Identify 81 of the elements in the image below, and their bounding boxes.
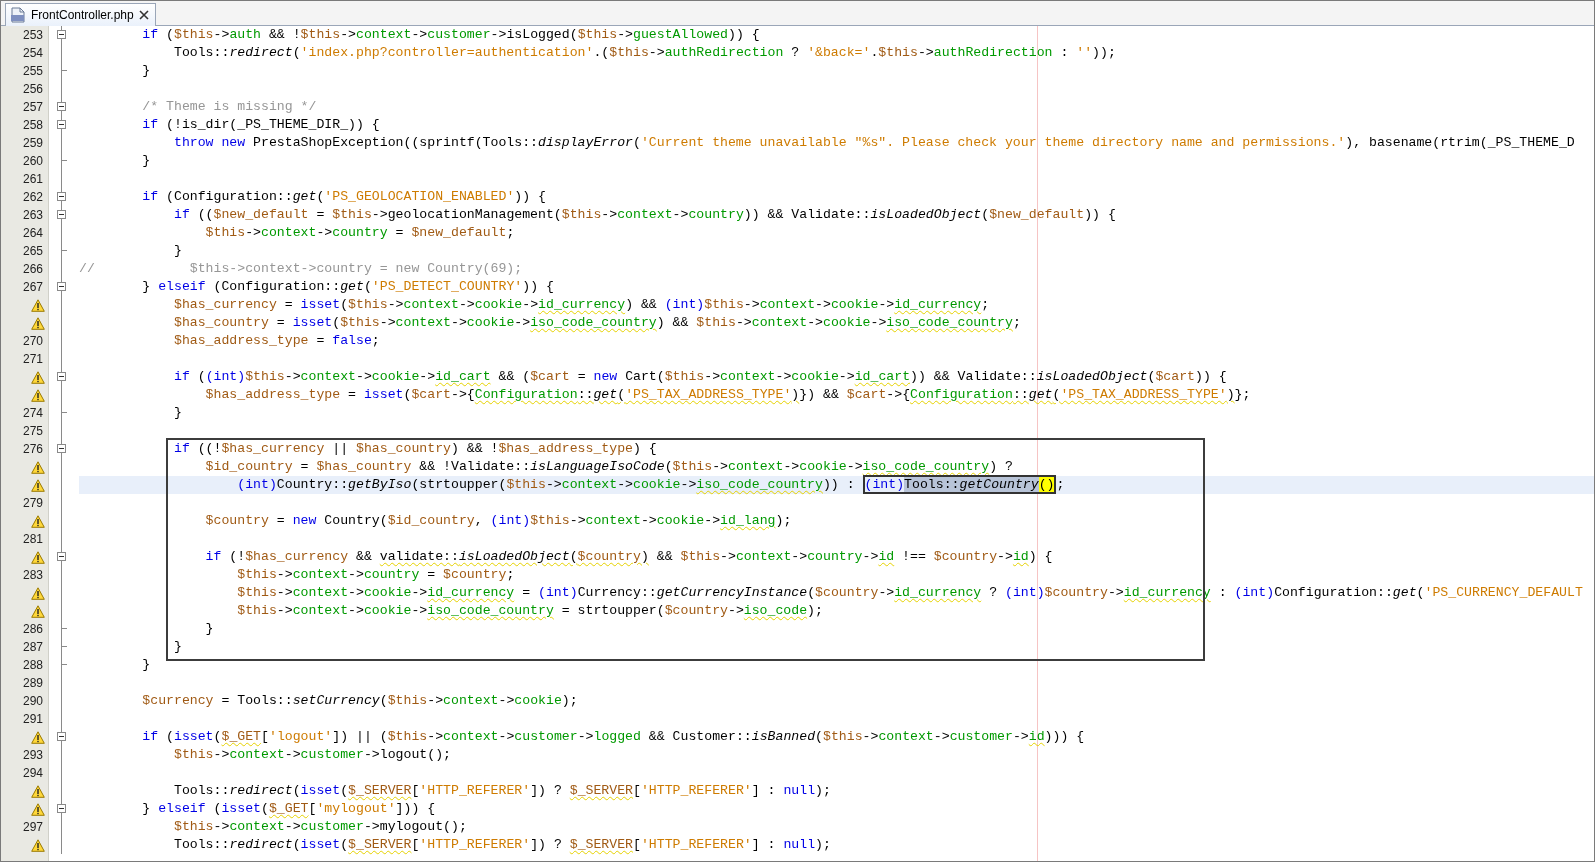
line-number: 287 bbox=[22, 639, 44, 656]
code-line: $this->context->customer->logout(); bbox=[172, 747, 451, 762]
code-line: throw new PrestaShopException((sprintf(Tools::displayError('Current theme unavailable "%s". Please check your theme directory name and permissions.'), basename(rtrim(_PS_THEME_D bbox=[172, 135, 1575, 150]
fold-toggle-icon[interactable] bbox=[57, 552, 66, 561]
code-line: Tools::redirect(isset($_SERVER['HTTP_REFERER']) ? $_SERVER['HTTP_REFERER'] : null); bbox=[172, 783, 831, 798]
code-line: $this->context->country = $country; bbox=[236, 567, 515, 582]
code-line: $has_address_type = false; bbox=[172, 333, 380, 348]
code-line: $currency = Tools::setCurrency($this->context->cookie); bbox=[141, 693, 578, 708]
fold-toggle-icon[interactable] bbox=[57, 210, 66, 219]
line-number: 297 bbox=[22, 819, 44, 836]
code-line: if (Configuration::get('PS_GEOLOCATION_ENABLED')) { bbox=[141, 189, 546, 204]
line-number: 254 bbox=[22, 45, 44, 62]
line-number: 283 bbox=[22, 567, 44, 584]
code-line: } bbox=[172, 243, 182, 258]
line-number: 279 bbox=[22, 495, 44, 512]
code-line: $has_country = isset($this->context->cookie->iso_code_country) && $this->context->cookie->iso_code_country; bbox=[172, 315, 1021, 330]
php-file-icon bbox=[10, 7, 26, 23]
code-line: $this->context->cookie->iso_code_country = strtoupper($country->iso_code); bbox=[236, 603, 823, 618]
code-line: if ((!$has_currency || $has_country) && !$has_address_type) { bbox=[172, 441, 657, 456]
code-line: $has_currency = isset($this->context->cookie->id_currency) && (int)$this->context->cookie->id_currency; bbox=[172, 297, 990, 312]
code-line: } bbox=[141, 657, 151, 672]
line-number: 275 bbox=[22, 423, 44, 440]
line-number: 271 bbox=[22, 351, 44, 368]
line-number: 255 bbox=[22, 63, 44, 80]
line-number: 264 bbox=[22, 225, 44, 242]
code-line: Tools::redirect(isset($_SERVER['HTTP_REFERER']) ? $_SERVER['HTTP_REFERER'] : null); bbox=[172, 837, 831, 852]
code-line: } bbox=[141, 63, 151, 78]
line-number: 259 bbox=[22, 135, 44, 152]
code-comment: /* Theme is missing */ bbox=[141, 99, 317, 114]
code-line: } bbox=[204, 621, 214, 636]
line-number: 263 bbox=[22, 207, 44, 224]
code-line: } elseif (Configuration::get('PS_DETECT_COUNTRY')) { bbox=[141, 279, 554, 294]
line-number: 261 bbox=[22, 171, 44, 188]
code-line: $country = new Country($id_country, (int)$this->context->cookie->id_lang); bbox=[204, 513, 792, 528]
line-number: 286 bbox=[22, 621, 44, 638]
code-line: if (isset($_GET['logout']) || ($this->context->customer->logged && Customer::isBanned($this->context->customer->id))) { bbox=[141, 729, 1085, 744]
line-number: 257 bbox=[22, 99, 44, 116]
line-number: 270 bbox=[22, 333, 44, 350]
line-number: 289 bbox=[22, 675, 44, 692]
fold-toggle-icon[interactable] bbox=[57, 444, 66, 453]
fold-toggle-icon[interactable] bbox=[57, 282, 66, 291]
line-number: 260 bbox=[22, 153, 44, 170]
fold-toggle-icon[interactable] bbox=[57, 804, 66, 813]
line-number: 281 bbox=[22, 531, 44, 548]
fold-toggle-icon[interactable] bbox=[57, 120, 66, 129]
code-line: if (!is_dir(_PS_THEME_DIR_)) { bbox=[141, 117, 380, 132]
line-number: 262 bbox=[22, 189, 44, 206]
code-comment: // $this->context->country = new Country(69); bbox=[79, 261, 523, 276]
line-number: 274 bbox=[22, 405, 44, 422]
line-number: 253 bbox=[22, 27, 44, 44]
line-number: 291 bbox=[22, 711, 44, 728]
fold-toggle-icon[interactable] bbox=[57, 372, 66, 381]
line-number: 265 bbox=[22, 243, 44, 260]
line-number: 294 bbox=[22, 765, 44, 782]
line-number: 258 bbox=[22, 117, 44, 134]
code-line: $has_address_type = isset($cart->{Configuration::get('PS_TAX_ADDRESS_TYPE')}) && $cart->{Configuration::get('PS_TAX_ADDRESS_TYPE')}; bbox=[204, 387, 1251, 402]
code-line: } bbox=[172, 405, 182, 420]
line-number: 288 bbox=[22, 657, 44, 674]
fold-toggle-icon[interactable] bbox=[57, 732, 66, 741]
line-number: 267 bbox=[22, 279, 44, 296]
code-line: } elseif (isset($_GET['mylogout'])) { bbox=[141, 801, 436, 816]
code-line: $this->context->customer->mylogout(); bbox=[172, 819, 467, 834]
line-number: 266 bbox=[22, 261, 44, 278]
close-icon[interactable] bbox=[138, 10, 149, 20]
line-number: 276 bbox=[22, 441, 44, 458]
code-line: $this->context->country = $new_default; bbox=[204, 225, 515, 240]
fold-toggle-icon[interactable] bbox=[57, 30, 66, 39]
code-line: if ($this->auth && !$this->context->customer->isLogged($this->guestAllowed)) { bbox=[141, 27, 760, 42]
code-line: } bbox=[172, 639, 182, 654]
code-line: } bbox=[141, 153, 151, 168]
code-line: if ((int)$this->context->cookie->id_cart && ($cart = new Cart($this->context->cookie->id_cart)) && Validate::isLoadedObject($cart)) { bbox=[172, 369, 1227, 384]
code-line: Tools::redirect('index.php?controller=authentication'.($this->authRedirection ? '&back='.$this->authRedirection : '')); bbox=[172, 45, 1116, 60]
code-line: if (($new_default = $this->geolocationManagement($this->context->country)) && Validate::isLoadedObject($new_default)) { bbox=[172, 207, 1116, 222]
line-number: 256 bbox=[22, 81, 44, 98]
line-number: 290 bbox=[22, 693, 44, 710]
file-tab[interactable]: FrontController.php bbox=[5, 3, 156, 26]
fold-toggle-icon[interactable] bbox=[57, 102, 66, 111]
code-line: $id_country = $has_country && !Validate::isLanguageIsoCode($this->context->cookie->iso_code_country) ? bbox=[204, 459, 1013, 474]
line-number: 293 bbox=[22, 747, 44, 764]
fold-toggle-icon[interactable] bbox=[57, 192, 66, 201]
code-line: if (!$has_currency && validate::isLoadedObject($country) && $this->context->country->id !== $country->id) { bbox=[204, 549, 1053, 564]
